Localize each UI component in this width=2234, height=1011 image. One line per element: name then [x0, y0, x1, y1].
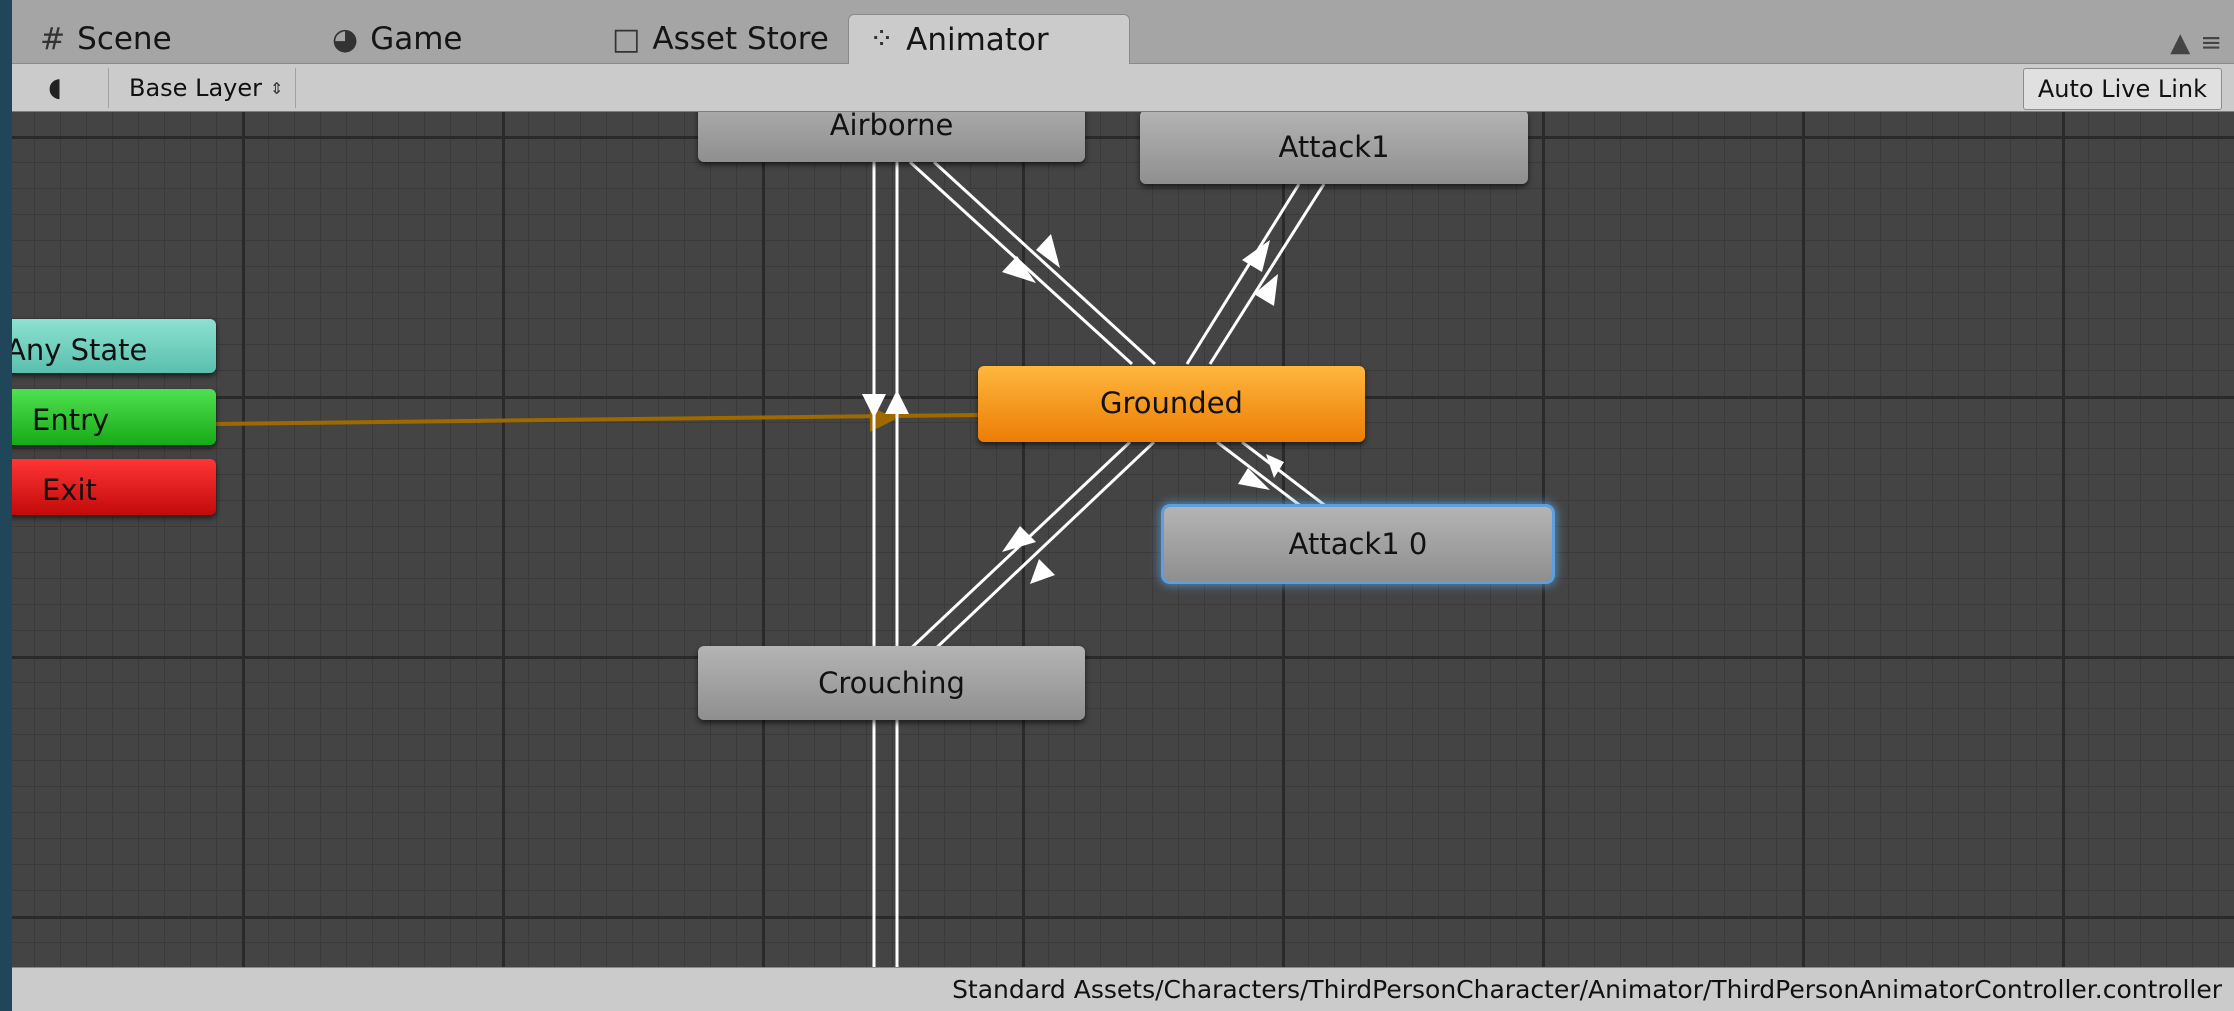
- state-attack1-label: Attack1: [1278, 130, 1390, 164]
- transition-arrow-icon: [1002, 256, 1036, 283]
- graph-canvas[interactable]: Airborne Attack1 Any State Entry Exit Gr…: [12, 112, 2234, 967]
- state-attack1-0[interactable]: Attack1 0: [1164, 507, 1552, 581]
- state-attack1-0-label: Attack1 0: [1288, 527, 1428, 561]
- transition-grounded-airborne[interactable]: [932, 160, 1157, 366]
- tab-scene[interactable]: # Scene: [20, 14, 192, 64]
- pacman-icon: ◕: [332, 21, 359, 57]
- shopping-bag-icon: □: [612, 21, 641, 57]
- state-airborne[interactable]: Airborne: [698, 112, 1085, 162]
- updown-arrows-icon: ⇕: [269, 78, 284, 98]
- state-crouching[interactable]: Crouching: [698, 646, 1085, 720]
- state-any-state[interactable]: Any State: [12, 319, 216, 373]
- transition-arrow-icon: [885, 390, 909, 414]
- grid-icon: #: [40, 21, 66, 57]
- animator-toolbar: ◖ Base Layer ⇕ Auto Live Link: [12, 64, 2234, 112]
- state-exit[interactable]: Exit: [12, 459, 216, 515]
- layer-dropdown[interactable]: Base Layer ⇕: [108, 68, 297, 108]
- state-entry[interactable]: Entry: [12, 389, 216, 445]
- state-airborne-label: Airborne: [829, 112, 954, 142]
- tab-asset-store[interactable]: □ Asset Store: [592, 14, 849, 64]
- auto-live-link-button[interactable]: Auto Live Link: [2022, 68, 2222, 110]
- animator-window: # Scene ◕ Game □ Asset Store ⁘ Animator …: [12, 0, 2234, 1011]
- transition-arrow-icon: [1030, 559, 1055, 584]
- state-exit-label: Exit: [42, 473, 97, 507]
- status-bar: Standard Assets/Characters/ThirdPersonCh…: [12, 967, 2234, 1011]
- tab-animator[interactable]: ⁘ Animator: [848, 14, 1130, 64]
- lock-icon[interactable]: ▲: [2170, 28, 2190, 58]
- transition-arrow-icon: [1036, 234, 1060, 268]
- animator-icon: ⁘: [869, 22, 895, 57]
- transition-entry-grounded[interactable]: [214, 413, 979, 426]
- eye-icon[interactable]: ◖: [30, 70, 80, 106]
- tab-animator-label: Animator: [906, 21, 1049, 58]
- state-grounded-label: Grounded: [1100, 386, 1243, 420]
- tab-bar: # Scene ◕ Game □ Asset Store ⁘ Animator …: [12, 0, 2234, 64]
- layer-dropdown-label: Base Layer: [129, 74, 262, 102]
- transition-grounded-attack1[interactable]: [1208, 183, 1326, 365]
- transition-grounded-attack1-0[interactable]: [1216, 440, 1303, 509]
- transition-links: [214, 160, 1328, 967]
- menu-icon[interactable]: ≡: [2200, 28, 2222, 58]
- tab-scene-label: Scene: [77, 21, 172, 57]
- state-crouching-label: Crouching: [818, 666, 965, 700]
- transition-crouching-grounded[interactable]: [930, 440, 1156, 654]
- state-entry-label: Entry: [32, 403, 110, 437]
- state-any-state-label: Any State: [12, 333, 148, 367]
- state-grounded[interactable]: Grounded: [978, 366, 1365, 442]
- transition-attack1-grounded[interactable]: [1185, 183, 1301, 365]
- state-attack1[interactable]: Attack1: [1140, 112, 1528, 184]
- tab-game[interactable]: ◕ Game: [312, 14, 482, 64]
- transition-arrow-icon: [1266, 454, 1284, 478]
- tab-asset-store-label: Asset Store: [652, 21, 829, 57]
- controller-path: Standard Assets/Characters/ThirdPersonCh…: [952, 975, 2222, 1004]
- tab-controls: ▲ ≡: [2170, 28, 2222, 58]
- tab-game-label: Game: [370, 21, 463, 57]
- transition-attack1-0-grounded[interactable]: [1241, 440, 1328, 509]
